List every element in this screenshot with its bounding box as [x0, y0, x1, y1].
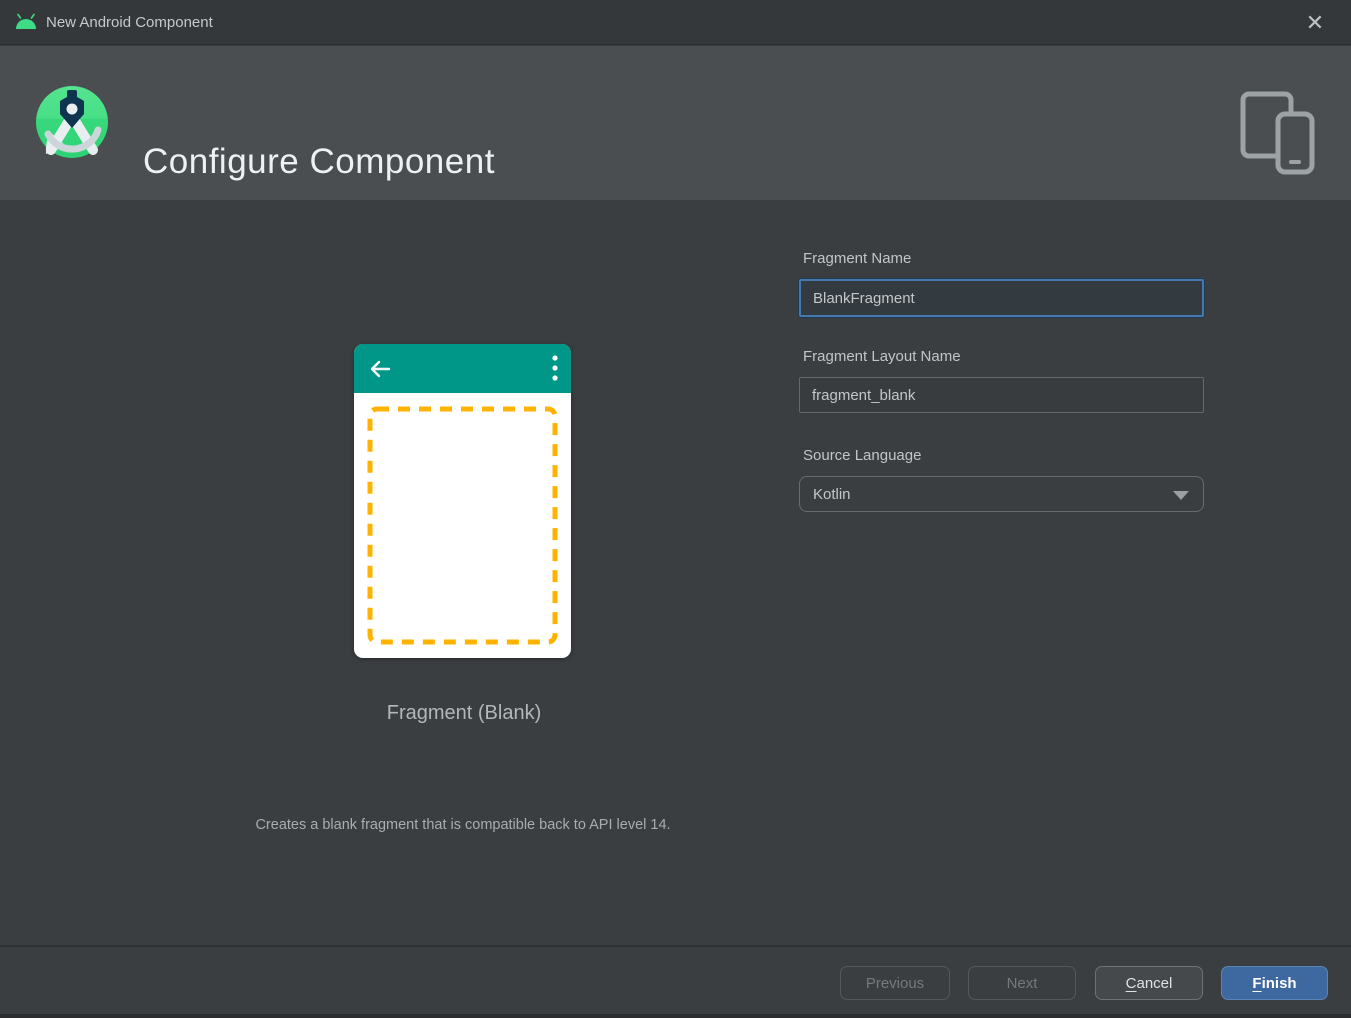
dashed-placeholder-area — [367, 406, 558, 645]
source-language-dropdown[interactable]: Kotlin — [799, 476, 1204, 512]
fragment-preview-card — [354, 344, 571, 658]
template-description: Creates a blank fragment that is compati… — [255, 817, 671, 833]
source-language-label: Source Language — [803, 447, 922, 464]
dropdown-arrow-icon — [1173, 491, 1189, 500]
devices-icon — [1240, 91, 1315, 175]
fragment-name-input[interactable] — [799, 279, 1204, 317]
finish-label-rest: inish — [1261, 974, 1297, 992]
window-bottom-edge — [0, 1014, 1351, 1018]
finish-button[interactable]: Finish — [1221, 966, 1328, 1000]
fragment-layout-name-label: Fragment Layout Name — [803, 348, 961, 365]
cancel-button[interactable]: Cancel — [1095, 966, 1203, 1000]
window-title: New Android Component — [46, 13, 213, 31]
wizard-header: Configure Component — [0, 46, 1351, 200]
wizard-body: Fragment (Blank) Creates a blank fragmen… — [0, 200, 1351, 945]
preview-appbar — [354, 344, 571, 393]
template-name-label: Fragment (Blank) — [386, 702, 542, 724]
source-language-value: Kotlin — [813, 485, 851, 503]
finish-mnemonic: F — [1252, 974, 1262, 992]
previous-button[interactable]: Previous — [840, 966, 950, 1000]
button-bar: Previous Next Cancel Finish — [0, 947, 1351, 1014]
back-arrow-icon — [370, 360, 391, 377]
next-button[interactable]: Next — [968, 966, 1076, 1000]
configure-form: Fragment Name Fragment Layout Name Sourc… — [799, 250, 1204, 512]
fragment-name-label: Fragment Name — [803, 250, 912, 267]
android-studio-logo-icon — [36, 86, 108, 158]
overflow-menu-icon — [552, 355, 558, 381]
close-icon[interactable]: ✕ — [1299, 7, 1331, 39]
cancel-label-rest: ancel — [1136, 974, 1173, 992]
page-title: Configure Component — [143, 142, 495, 181]
cancel-mnemonic: C — [1125, 974, 1137, 992]
fragment-layout-name-input[interactable] — [799, 377, 1204, 413]
window-titlebar: New Android Component ✕ — [0, 0, 1351, 45]
android-head-icon — [16, 13, 36, 29]
